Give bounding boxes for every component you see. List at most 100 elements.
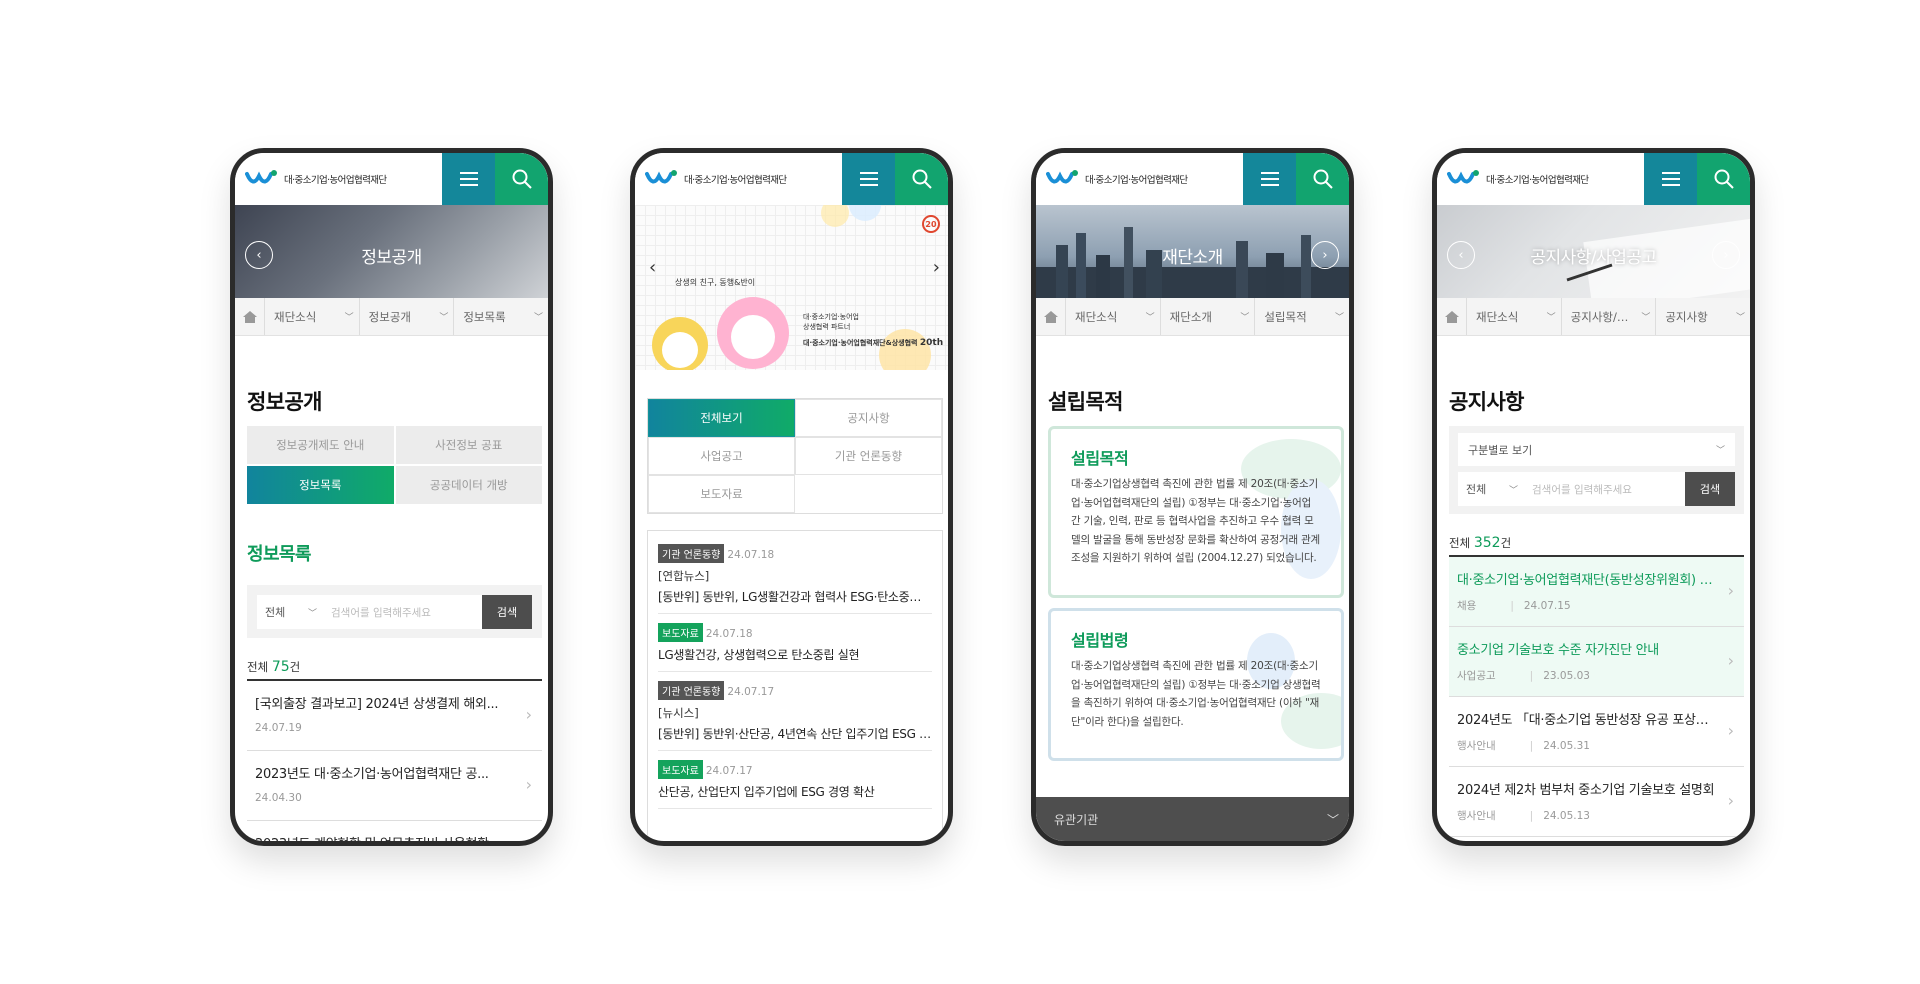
search-icon [1313,169,1333,189]
home-icon[interactable] [235,298,265,335]
category-badge: 기관 언론동향 [658,544,725,563]
logo-text: 대·중소기업·농어업협력재단 [1085,175,1188,186]
menu-button[interactable] [842,153,895,205]
chevron-right-icon: › [525,705,532,724]
total-count: 전체 352건 [1449,535,1512,551]
phone-screen-main: 대·중소기업·농어업협력재단 ‹ › 20 상생의 친구, 동행&반이 대·중소… [630,148,953,846]
breadcrumb-item[interactable]: 정보목록 ﹀ [454,298,548,335]
list-item[interactable]: 중소기업 기술보호 수준 자가진단 안내 사업공고 | 23.05.03 › [1449,627,1744,697]
search-type-select[interactable]: 전체 ﹀ [1458,472,1526,506]
search-type-select[interactable]: 전체 ﹀ [257,595,325,629]
breadcrumb-item[interactable]: 정보공개 ﹀ [360,298,455,335]
card-body: 대·중소기업상생협력 촉진에 관한 법률 제 20조(대·중소기업·농어업협력재… [1071,660,1321,728]
logo[interactable]: 대·중소기업·농어업협력재단 [1036,153,1243,205]
tab-info-list[interactable]: 정보목록 [247,466,394,504]
list-item[interactable]: 2023년도 대·중소기업·농어업협력재단 공... 24.04.30 › [247,751,542,821]
search-submit-button[interactable]: 검색 [1685,472,1735,506]
logo[interactable]: 대·중소기업·농어업협력재단 [1437,153,1644,205]
banner-next-button[interactable]: › [1712,241,1740,269]
breadcrumb-item[interactable]: 재단소식 ﹀ [1066,298,1161,335]
list-item[interactable]: 2024년도 「대·중소기업 동반성장 유공 포상」 안내 행사안내 | 24.05.… [1449,697,1744,767]
search-input[interactable]: 검색어를 입력해주세요 [1526,472,1685,506]
tab-press-trends[interactable]: 기관 언론동향 [795,437,942,475]
search-button[interactable] [495,153,548,205]
header: 대·중소기업·농어업협력재단 [235,153,548,205]
hamburger-icon [1661,172,1680,186]
logo[interactable]: 대·중소기업·농어업협력재단 [635,153,842,205]
news-item[interactable]: 기관 언론동향 24.07.17 [뉴시스] [동반위] 동반위·산단공, 4년연속 … [658,672,932,751]
breadcrumb-item[interactable]: 공지사항/사업공고﹀ [1562,298,1657,335]
hero-prev-button[interactable]: ‹ [649,257,656,278]
header: 대·중소기업·농어업협력재단 [1437,153,1750,205]
breadcrumb-item[interactable]: 재단소개 ﹀ [1161,298,1256,335]
search-icon [512,169,532,189]
header: 대·중소기업·농어업협력재단 [1036,153,1349,205]
chevron-right-icon: › [525,775,532,794]
page-title: 공지사항 [1449,390,1524,414]
list-item[interactable]: 2024년 제2차 범부처 중소기업 기술보호 설명회 행사안내 | 24.05.13… [1449,767,1744,837]
search-submit-button[interactable]: 검색 [482,595,532,629]
breadcrumb-item[interactable]: 공지사항 ﹀ [1656,298,1750,335]
total-count: 전체 75건 [247,659,301,675]
banner-next-button[interactable]: › [1311,241,1339,269]
tab-business[interactable]: 사업공고 [648,437,795,475]
breadcrumb-item[interactable]: 재단소식 ﹀ [265,298,360,335]
card-title: 설립목적 [1071,449,1129,468]
category-badge: 보도자료 [658,760,703,779]
logo-icon [245,170,277,184]
logo-icon [645,170,677,184]
breadcrumb: 재단소식 ﹀ 정보공개 ﹀ 정보목록 ﹀ [235,298,548,336]
search-input[interactable]: 검색어를 입력해주세요 [325,595,482,629]
list-item[interactable]: 2023년도 계약현황 및 업무추진비 사용현황 [247,821,542,841]
chevron-down-icon: ﹀ [1335,313,1345,323]
news-tabs: 전체보기 공지사항 사업공고 기관 언론동향 보도자료 [647,398,943,514]
logo-text: 대·중소기업·농어업협력재단 [284,175,387,186]
phone-screen-purpose: 대·중소기업·농어업협력재단 재단소개 › 재단소식 ﹀ 재단소개 ﹀ 설립목적 ﹀ … [1031,148,1354,846]
menu-button[interactable] [1243,153,1296,205]
banner-title: 재단소개 [1162,248,1223,268]
list-item[interactable]: [국외출장 결과보고] 2024년 상생결제 해외... 24.07.19 › [247,681,542,751]
search-button[interactable] [895,153,948,205]
news-item[interactable]: 보도자료 24.07.17 산단공, 산업단지 입주기업에 ESG 경영 확산 [658,751,932,809]
purpose-card: 설립목적 대·중소기업상생협력 촉진에 관한 법률 제 20조(대·중소기업·농… [1048,426,1344,598]
breadcrumb-item[interactable]: 설립목적 ﹀ [1255,298,1349,335]
list-item[interactable]: 대·중소기업·농어업협력재단(동반성장위원회) 채용 공고채용|24.07.15… [1449,557,1744,627]
hero-slogan: 상생의 친구, 동행&반이 [675,278,756,287]
logo-icon [1046,170,1078,184]
tab-all[interactable]: 전체보기 [648,399,795,437]
chevron-right-icon: › [1727,791,1734,810]
menu-button[interactable] [442,153,495,205]
category-filter-select[interactable]: 구분별로 보기 ﹀ [1458,433,1735,466]
search-button[interactable] [1697,153,1750,205]
banner: ‹ 정보공개 [235,205,548,298]
home-icon[interactable] [1036,298,1066,335]
search-button[interactable] [1296,153,1349,205]
menu-button[interactable] [1644,153,1697,205]
chevron-right-icon: › [1727,721,1734,740]
chevron-down-icon: ﹀ [1145,313,1155,323]
card-title: 설립법령 [1071,631,1129,650]
category-badge: 기관 언론동향 [658,681,725,700]
logo-icon [1447,170,1479,184]
breadcrumb: 재단소식﹀ 공지사항/사업공고﹀ 공지사항﹀ [1437,298,1750,336]
chevron-down-icon: ﹀ [1240,313,1250,323]
home-icon[interactable] [1437,298,1467,335]
hamburger-icon [859,172,878,186]
logo[interactable]: 대·중소기업·농어업협력재단 [235,153,442,205]
tab-notice[interactable]: 공지사항 [795,399,942,437]
tab-pre-disclosure[interactable]: 사전정보 공표 [395,426,542,464]
hero-next-button[interactable]: › [933,257,940,278]
chevron-down-icon: ﹀ [1715,446,1725,456]
chevron-down-icon: ﹀ [439,313,449,323]
filter-box: 구분별로 보기 ﹀ 전체 ﹀ 검색어를 입력해주세요 검색 [1449,426,1744,514]
hamburger-icon [459,172,478,186]
related-sites-bar[interactable]: 유관기관 ﹀ [1036,797,1349,841]
info-list: [국외출장 결과보고] 2024년 상생결제 해외... 24.07.19 › 20… [247,681,542,841]
news-item[interactable]: 보도자료 24.07.18 LG생활건강, 상생협력으로 탄소중립 실현 [658,614,932,672]
hamburger-icon [1260,172,1279,186]
tab-press-release[interactable]: 보도자료 [648,475,795,513]
breadcrumb-item[interactable]: 재단소식 ﹀ [1467,298,1562,335]
tab-info-guide[interactable]: 정보공개제도 안내 [247,426,394,464]
tab-public-data[interactable]: 공공데이터 개방 [395,466,542,504]
news-item[interactable]: 기관 언론동향 24.07.18 [연합뉴스] [동반위] 동반위, LG생활건강과 … [658,535,932,614]
